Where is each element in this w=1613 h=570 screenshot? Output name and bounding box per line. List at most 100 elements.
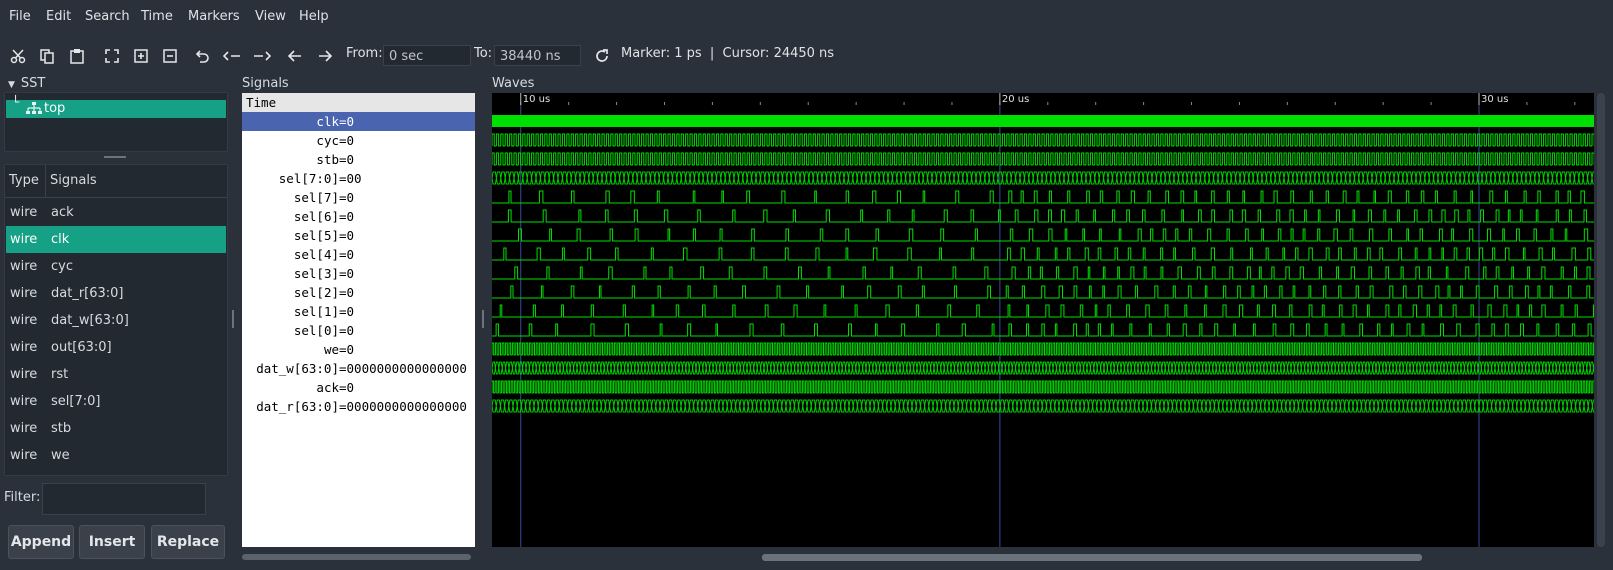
zoom-out-icon[interactable] — [160, 46, 180, 66]
menu-help[interactable]: Help — [299, 9, 329, 24]
middle-pane-splitter[interactable] — [482, 310, 484, 328]
signal-name: clk — [51, 232, 70, 247]
signal-row[interactable]: we =0 — [242, 340, 475, 359]
menu-search[interactable]: Search — [85, 9, 130, 24]
undo-icon[interactable] — [192, 46, 212, 66]
paste-icon[interactable] — [67, 46, 87, 66]
waves-horizontal-scrollbar[interactable] — [762, 554, 1422, 561]
wave-ack — [492, 380, 1594, 394]
signal-table-row[interactable]: wire dat_r[63:0] — [6, 280, 226, 307]
signal-name: rst — [51, 367, 69, 382]
signals-horizontal-scrollbar[interactable] — [242, 554, 471, 560]
cut-icon[interactable] — [8, 46, 28, 66]
signal-table-row[interactable]: wire dat_w[63:0] — [6, 307, 226, 334]
wave-sel-bit — [492, 228, 1594, 242]
signal-row-name: sel[7] — [293, 190, 339, 205]
marker-cursor-status: Marker: 1 ps | Cursor: 24450 ns — [621, 46, 835, 61]
zoom-to-end-icon[interactable] — [252, 46, 272, 66]
signal-row-value: =0 — [339, 266, 355, 281]
wave-dat-w-bus — [492, 361, 1594, 375]
signal-row-name: dat_r[63:0] — [256, 399, 339, 414]
time-tick-label: 20 us — [1002, 94, 1029, 105]
wave-cyc — [492, 133, 1594, 147]
sst-header[interactable]: ▼ SST — [8, 76, 45, 91]
signal-table-row[interactable]: wire we — [6, 442, 226, 469]
sst-title: SST — [20, 76, 46, 91]
filter-label: Filter: — [4, 490, 41, 505]
time-label: Time — [246, 95, 277, 110]
copy-icon[interactable] — [37, 46, 57, 66]
zoom-to-start-icon[interactable] — [222, 46, 242, 66]
signal-table-row[interactable]: wire sel[7:0] — [6, 388, 226, 415]
signal-row[interactable]: sel[4] =0 — [242, 245, 475, 264]
signal-row[interactable]: sel[7:0] =00 — [242, 169, 475, 188]
previous-edge-icon[interactable] — [285, 46, 305, 66]
pane-splitter-handle[interactable] — [104, 156, 126, 158]
signal-name: out[63:0] — [51, 340, 112, 355]
menu-markers[interactable]: Markers — [188, 9, 240, 24]
signal-row[interactable]: sel[2] =0 — [242, 283, 475, 302]
signal-table-row[interactable]: wire cyc — [6, 253, 226, 280]
signal-row-value: =0 — [339, 304, 355, 319]
reload-icon[interactable] — [592, 46, 612, 66]
signal-row-value: =0000000000000000 — [339, 361, 467, 376]
signal-row[interactable]: dat_w[63:0] =0000000000000000 — [242, 359, 475, 378]
signal-type: wire — [10, 340, 38, 355]
menu-view[interactable]: View — [255, 9, 286, 24]
next-edge-icon[interactable] — [315, 46, 335, 66]
wave-sel-bit — [492, 323, 1594, 337]
waveform-canvas[interactable]: 10 us 20 us 30 us — [492, 93, 1594, 547]
signal-row[interactable]: sel[1] =0 — [242, 302, 475, 321]
signal-table-row[interactable]: wire ack — [6, 199, 226, 226]
signal-row[interactable]: sel[0] =0 — [242, 321, 475, 340]
signal-row[interactable]: clk =0 — [242, 112, 475, 131]
signal-table-row[interactable]: wire clk — [6, 226, 226, 253]
column-header-type[interactable]: Type — [9, 165, 39, 197]
wave-dat-r-bus — [492, 399, 1594, 413]
zoom-in-icon[interactable] — [131, 46, 151, 66]
signal-table-row[interactable]: wire stb — [6, 415, 226, 442]
signal-row[interactable]: sel[7] =0 — [242, 188, 475, 207]
signal-type: wire — [10, 367, 38, 382]
left-pane-splitter[interactable] — [232, 310, 234, 328]
to-label: To: — [474, 46, 493, 61]
waves-vertical-scrollbar[interactable] — [1597, 93, 1605, 547]
wave-sel-bit — [492, 304, 1594, 318]
collapse-triangle-icon[interactable]: ▼ — [8, 80, 15, 90]
filter-input[interactable] — [42, 483, 206, 515]
signal-row-name: sel[2] — [293, 285, 339, 300]
wave-stb — [492, 152, 1594, 166]
signal-row[interactable]: cyc =0 — [242, 131, 475, 150]
signal-row[interactable]: sel[5] =0 — [242, 226, 475, 245]
column-header-signals[interactable]: Signals — [50, 165, 97, 197]
wave-clk — [492, 115, 1594, 127]
signal-row-name: sel[1] — [293, 304, 339, 319]
append-button[interactable]: Append — [8, 525, 74, 559]
insert-button[interactable]: Insert — [79, 525, 145, 559]
signals-pane-title: Signals — [242, 76, 289, 91]
menu-time[interactable]: Time — [141, 9, 173, 24]
signal-row-name: sel[5] — [293, 228, 339, 243]
tree-item-label: top — [44, 101, 66, 116]
signal-row[interactable]: sel[6] =0 — [242, 207, 475, 226]
signal-table-row[interactable]: wire rst — [6, 361, 226, 388]
signal-row[interactable]: dat_r[63:0] =0000000000000000 — [242, 397, 475, 416]
signal-row-value: =0 — [339, 152, 355, 167]
to-field[interactable]: 38440 ns — [494, 45, 581, 66]
signal-row[interactable]: sel[3] =0 — [242, 264, 475, 283]
signal-row[interactable]: ack =0 — [242, 378, 475, 397]
replace-button[interactable]: Replace — [151, 525, 225, 559]
signal-row-name: sel[3] — [293, 266, 339, 281]
signal-table-row[interactable]: wire out[63:0] — [6, 334, 226, 361]
signal-name: we — [51, 448, 70, 463]
signal-row-name: we — [323, 342, 339, 357]
waves-pane-title: Waves — [492, 76, 535, 91]
menu-file[interactable]: File — [9, 9, 31, 24]
wave-sel-bit — [492, 266, 1594, 280]
from-field[interactable]: 0 sec — [383, 45, 471, 66]
signal-row[interactable]: stb =0 — [242, 150, 475, 169]
tree-item-top[interactable]: └ top — [6, 95, 226, 118]
menu-edit[interactable]: Edit — [46, 9, 71, 24]
zoom-fit-icon[interactable] — [102, 46, 122, 66]
signal-name: stb — [51, 421, 72, 436]
